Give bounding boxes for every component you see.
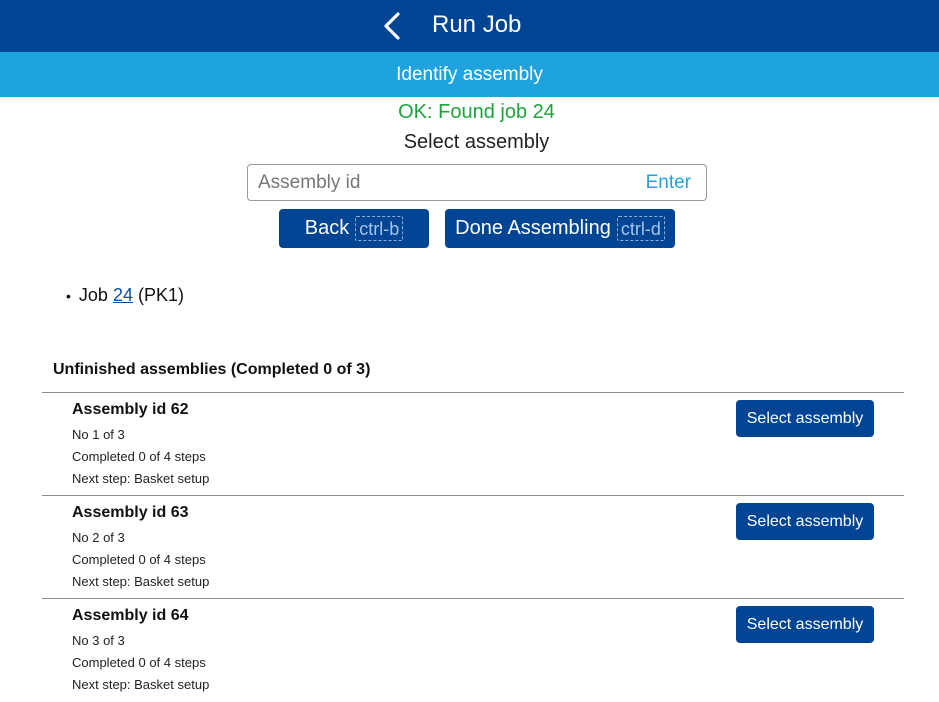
- done-assembling-button[interactable]: Done Assembling ctrl-d: [445, 209, 675, 248]
- assembly-progress: Completed 0 of 4 steps: [72, 449, 206, 464]
- back-shortcut-hint: ctrl-b: [355, 216, 404, 241]
- assembly-row: Assembly id 63 No 2 of 3 Completed 0 of …: [42, 495, 904, 598]
- back-button[interactable]: Back ctrl-b: [279, 209, 429, 248]
- select-assembly-button[interactable]: Select assembly: [736, 606, 874, 643]
- chevron-left-icon[interactable]: [380, 12, 404, 40]
- assembly-id-field: Enter: [247, 164, 707, 201]
- page-title: Run Job: [432, 11, 522, 38]
- assembly-progress: Completed 0 of 4 steps: [72, 552, 206, 567]
- top-app-bar: Run Job: [0, 0, 939, 52]
- assembly-next-step: Next step: Basket setup: [72, 677, 210, 692]
- job-link[interactable]: 24: [113, 285, 133, 306]
- job-suffix: (PK1): [137, 285, 184, 305]
- done-shortcut-hint: ctrl-d: [616, 216, 665, 241]
- select-assembly-button[interactable]: Select assembly: [736, 503, 874, 540]
- assembly-next-step: Next step: Basket setup: [72, 574, 210, 589]
- status-message: OK: Found job 24: [398, 101, 555, 123]
- assembly-next-step: Next step: Basket setup: [72, 471, 210, 486]
- assembly-title: Assembly id 63: [72, 504, 189, 521]
- assembly-row: Assembly id 64 No 3 of 3 Completed 0 of …: [42, 598, 904, 701]
- assembly-title: Assembly id 62: [72, 401, 189, 418]
- select-assembly-button[interactable]: Select assembly: [736, 400, 874, 437]
- bullet-icon: •: [66, 287, 71, 304]
- assembly-progress: Completed 0 of 4 steps: [72, 655, 206, 670]
- assembly-row: Assembly id 62 No 1 of 3 Completed 0 of …: [42, 392, 904, 495]
- assembly-title: Assembly id 64: [72, 607, 189, 624]
- assembly-position: No 3 of 3: [72, 633, 125, 648]
- assembly-position: No 2 of 3: [72, 530, 125, 545]
- select-heading: Select assembly: [403, 131, 550, 153]
- back-button-label: Back: [304, 217, 350, 239]
- assembly-list: Assembly id 62 No 1 of 3 Completed 0 of …: [42, 392, 904, 701]
- job-info: • Job 24 (PK1): [66, 285, 184, 306]
- section-title: Unfinished assemblies (Completed 0 of 3): [53, 361, 371, 378]
- step-banner: Identify assembly: [0, 52, 939, 97]
- done-button-label: Done Assembling: [455, 217, 611, 239]
- assembly-id-input[interactable]: [248, 165, 646, 200]
- enter-button[interactable]: Enter: [646, 172, 691, 194]
- job-prefix: Job: [78, 285, 108, 305]
- step-title: Identify assembly: [396, 63, 543, 85]
- assembly-position: No 1 of 3: [72, 427, 125, 442]
